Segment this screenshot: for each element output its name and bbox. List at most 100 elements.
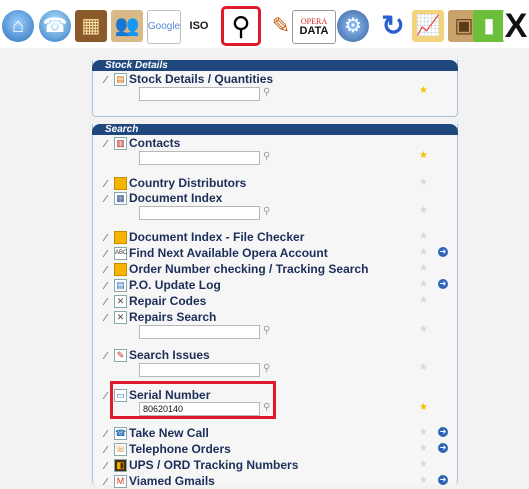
people-button[interactable]: 👥	[111, 10, 143, 42]
search-go-icon[interactable]: ⚲	[263, 363, 270, 374]
list-item-ups-tracking[interactable]: ◧ UPS / ORD Tracking Numbers ★	[102, 458, 445, 473]
pin-icon[interactable]	[102, 446, 114, 453]
list-item-label[interactable]: Repair Codes	[129, 294, 206, 308]
favourite-star-icon[interactable]: ★	[419, 150, 428, 161]
list-item-order-number-checking[interactable]: Order Number checking / Tracking Search …	[102, 262, 445, 277]
list-item-label[interactable]: Document Index	[129, 191, 222, 205]
home-button[interactable]: ⌂	[2, 10, 34, 42]
favourite-star-icon[interactable]: ★	[419, 362, 428, 373]
box-icon: ▣	[454, 15, 474, 37]
telephone-orders-icon: ☏	[114, 443, 127, 456]
favourite-star-icon[interactable]: ★	[419, 231, 428, 242]
pin-icon[interactable]	[102, 266, 114, 273]
list-item-label[interactable]: Search Issues	[129, 348, 210, 362]
pin-icon[interactable]	[102, 430, 114, 437]
iso-button[interactable]: ISO	[183, 10, 215, 42]
list-item-contacts[interactable]: ▥ Contacts ★	[102, 136, 445, 161]
list-item-label[interactable]: Find Next Available Opera Account	[129, 246, 328, 260]
opera-data-button[interactable]: OPERA DATA	[292, 10, 336, 44]
favourite-star-icon[interactable]: ★	[419, 459, 428, 470]
favourite-star-icon[interactable]: ★	[419, 427, 428, 438]
refresh-button[interactable]: ↻	[377, 10, 409, 42]
search-go-icon[interactable]: ⚲	[263, 151, 270, 162]
pin-icon[interactable]	[102, 462, 114, 469]
pin-icon[interactable]	[102, 195, 114, 202]
chart-button[interactable]: 📈	[412, 10, 444, 42]
favourite-star-icon[interactable]: ★	[419, 475, 428, 486]
list-item-po-update-log[interactable]: ▤ P.O. Update Log ★ ➜	[102, 278, 448, 293]
search-panel: Search ▥ Contacts ★ ⚲ Country Distributo…	[92, 124, 458, 488]
favourite-star-icon[interactable]: ★	[419, 205, 428, 216]
google-icon: Google	[147, 21, 181, 32]
list-item-country-distributors[interactable]: Country Distributors ★	[102, 176, 445, 191]
favourite-star-icon[interactable]: ★	[419, 263, 428, 274]
search-go-icon[interactable]: ⚲	[263, 325, 270, 336]
favourite-star-icon[interactable]: ★	[419, 85, 428, 96]
top-toolbar: ⌂ ☎ ▦ 👥 Google ISO ⚲ ✎ OPERA DATA ⚙ ↻ 📈 …	[0, 0, 529, 48]
pin-icon[interactable]	[102, 250, 114, 257]
download-icon[interactable]: ➜	[438, 443, 448, 453]
pin-icon[interactable]	[102, 298, 114, 305]
opera-data-icon-bottom: DATA	[299, 24, 329, 37]
list-item-search-issues[interactable]: ✎ Search Issues ★	[102, 348, 445, 373]
warehouse-button[interactable]: ▦	[75, 10, 107, 42]
contacts-input[interactable]	[139, 151, 260, 165]
download-icon[interactable]: ➜	[438, 427, 448, 437]
list-item-label[interactable]: Country Distributors	[129, 176, 246, 190]
close-icon: X	[504, 7, 528, 45]
pin-icon[interactable]	[102, 314, 114, 321]
pin-icon[interactable]	[102, 282, 114, 289]
list-item-find-opera-account[interactable]: ABC Find Next Available Opera Account ★ …	[102, 246, 448, 261]
list-item-label[interactable]: Order Number checking / Tracking Search	[129, 262, 368, 276]
list-item-label[interactable]: Repairs Search	[129, 310, 216, 324]
folder-icon	[114, 263, 127, 276]
document-index-icon: ▦	[114, 192, 127, 205]
book-button[interactable]: ▮	[473, 10, 505, 42]
download-icon[interactable]: ➜	[438, 475, 448, 485]
settings-button[interactable]: ⚙	[337, 10, 369, 42]
close-button[interactable]: X	[503, 7, 529, 45]
download-icon[interactable]: ➜	[438, 247, 448, 257]
log-icon: ▤	[114, 279, 127, 292]
favourite-star-icon[interactable]: ★	[419, 443, 428, 454]
list-item-repair-codes[interactable]: ✕ Repair Codes ★	[102, 294, 445, 309]
list-item-label[interactable]: Viamed Gmails	[129, 474, 215, 488]
favourite-star-icon[interactable]: ★	[419, 402, 428, 413]
pin-icon[interactable]	[102, 234, 114, 241]
pin-icon[interactable]	[102, 180, 114, 187]
download-icon[interactable]: ➜	[438, 279, 448, 289]
list-item-take-new-call[interactable]: ☎ Take New Call ★ ➜	[102, 426, 448, 441]
list-item-repairs-search[interactable]: ✕ Repairs Search ★	[102, 310, 445, 335]
favourite-star-icon[interactable]: ★	[419, 247, 428, 258]
issues-icon: ✎	[114, 349, 127, 362]
pin-icon[interactable]	[102, 140, 114, 147]
list-item-label[interactable]: UPS / ORD Tracking Numbers	[129, 458, 298, 472]
list-item-viamed-gmails[interactable]: M Viamed Gmails ★ ➜	[102, 474, 448, 489]
pin-icon[interactable]	[102, 478, 114, 485]
list-item-file-checker[interactable]: Document Index - File Checker ★	[102, 230, 445, 245]
list-item-document-index[interactable]: ▦ Document Index ★	[102, 191, 445, 216]
document-index-input[interactable]	[139, 206, 260, 220]
tools-icon: ✕	[114, 311, 127, 324]
list-item-label[interactable]: Take New Call	[129, 426, 209, 440]
favourite-star-icon[interactable]: ★	[419, 177, 428, 188]
repairs-search-input[interactable]	[139, 325, 260, 339]
stock-details-panel: Stock Details ▤ Stock Details / Quantiti…	[92, 60, 458, 117]
favourite-star-icon[interactable]: ★	[419, 295, 428, 306]
list-item-label[interactable]: Contacts	[129, 136, 180, 150]
favourite-star-icon[interactable]: ★	[419, 324, 428, 335]
phone-button[interactable]: ☎	[39, 10, 71, 42]
search-issues-input[interactable]	[139, 363, 260, 377]
pin-icon[interactable]	[102, 76, 114, 83]
pin-icon[interactable]	[102, 352, 114, 359]
list-item-label[interactable]: P.O. Update Log	[129, 278, 221, 292]
list-item-label[interactable]: Telephone Orders	[129, 442, 231, 456]
search-go-icon[interactable]: ⚲	[263, 206, 270, 217]
favourite-star-icon[interactable]: ★	[419, 279, 428, 290]
search-button[interactable]: ⚲	[221, 6, 261, 46]
google-button[interactable]: Google	[147, 10, 181, 44]
gmail-icon: M	[114, 475, 127, 488]
gear-icon: ⚙	[344, 15, 362, 37]
list-item-telephone-orders[interactable]: ☏ Telephone Orders ★ ➜	[102, 442, 448, 457]
list-item-label[interactable]: Document Index - File Checker	[129, 230, 304, 244]
